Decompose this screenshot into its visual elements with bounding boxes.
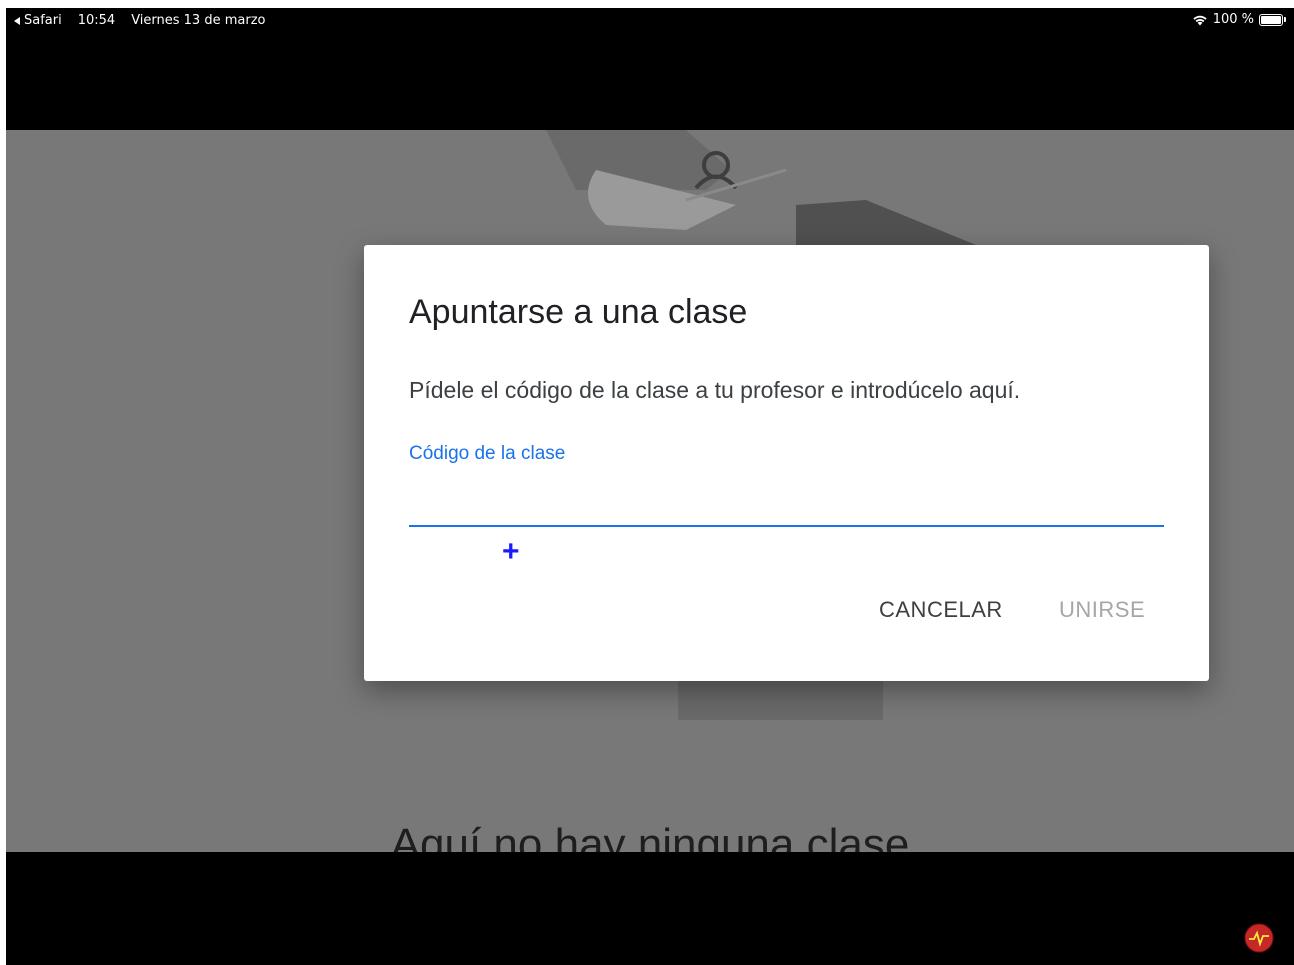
device-screen: Safari 10:54 Viernes 13 de marzo 100 % A… <box>6 8 1294 965</box>
status-right: 100 % <box>1192 12 1286 27</box>
back-app-label: Safari <box>24 13 62 28</box>
channel-logo-icon <box>1244 923 1274 953</box>
status-bar: Safari 10:54 Viernes 13 de marzo 100 % <box>6 8 1294 32</box>
class-code-label: Código de la clase <box>409 443 566 464</box>
back-arrow-icon <box>14 16 20 25</box>
join-button[interactable]: UNIRSE <box>1059 597 1145 623</box>
dialog-title: Apuntarse a una clase <box>409 293 748 331</box>
crosshair-plus-icon: + <box>502 535 520 568</box>
dialog-description: Pídele el código de la clase a tu profes… <box>409 377 1021 403</box>
join-class-dialog: Apuntarse a una clase Pídele el código d… <box>364 245 1209 681</box>
battery-percent: 100 % <box>1212 12 1254 27</box>
status-date: Viernes 13 de marzo <box>131 13 266 28</box>
wifi-icon <box>1193 15 1207 25</box>
class-code-input[interactable] <box>409 483 1164 527</box>
battery-icon <box>1259 13 1283 26</box>
status-time: 10:54 <box>77 13 116 28</box>
empty-state-illustration <box>546 130 976 255</box>
battery-tip <box>1284 17 1286 22</box>
empty-state-illustration-base <box>678 680 883 720</box>
empty-state-title: Aquí no hay ninguna clase <box>390 820 910 852</box>
status-left[interactable]: Safari 10:54 Viernes 13 de marzo <box>14 13 265 28</box>
cancel-button[interactable]: CANCELAR <box>879 597 1003 623</box>
